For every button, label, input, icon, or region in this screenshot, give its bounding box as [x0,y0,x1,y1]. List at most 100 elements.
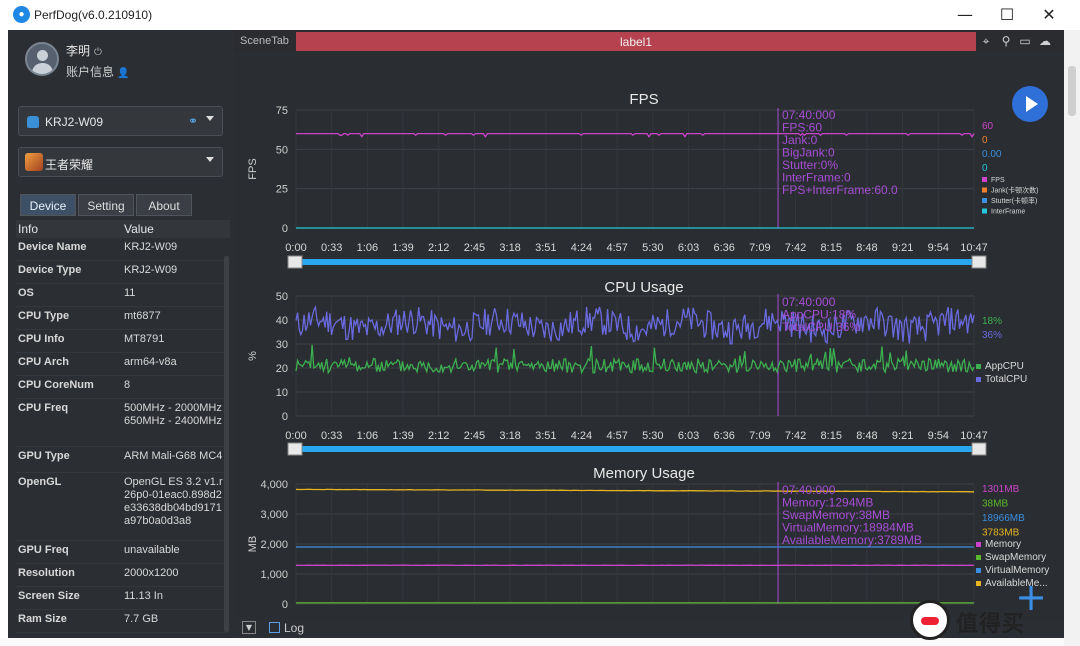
app-window: ● PerfDog(v6.0.210910) — ☐ ✕ 李明 ⏻ 账户信息 👤 K… [0,0,1080,646]
x-tick-label: 6:36 [713,430,734,442]
y-tick-label: 75 [276,105,288,117]
info-key: GPU Freq [18,544,69,556]
info-value: 7.7 GB [124,613,159,625]
scene-tab[interactable]: SceneTab [240,35,289,47]
chart-title: CPU Usage [604,279,683,296]
legend-swatch [982,177,987,182]
y-tick-label: 30 [276,339,288,351]
tab-about[interactable]: About [136,194,192,216]
x-tick-label: 1:06 [357,430,378,442]
y-tick-label: 0 [282,411,288,423]
usb-link-icon: ⚭ [187,114,198,128]
info-value: 2000x1200 [124,567,179,579]
y-tick-label: 50 [276,144,288,156]
info-key: CPU Type [18,310,70,322]
x-tick-label: 9:21 [892,430,913,442]
scene-bar: SceneTab label1 ⌖ ⚲ ▭ ☁ [234,30,1064,52]
sidebar: 李明 ⏻ 账户信息 👤 KRJ2-W09 ⚭ 王者荣耀 Device Setting… [8,30,234,638]
chevron-down-icon [206,157,214,162]
main-panel: SceneTab label1 ⌖ ⚲ ▭ ☁ FPS FPS 75 50 25 0 0:0… [234,30,1064,638]
game-icon [25,153,43,171]
x-tick-label: 7:42 [785,430,806,442]
fps-series-line [296,132,975,138]
x-tick-label: 3:51 [535,430,556,442]
y-tick-label: 40 [276,315,288,327]
cloud-icon[interactable]: ☁ [1038,34,1052,48]
info-value: MT8791 [124,333,165,345]
legend-label: SwapMemory [985,552,1046,563]
power-icon[interactable]: ⏻ [94,47,102,58]
info-key: OS [18,287,34,299]
info-value: OpenGL ES 3.2 v1.r26p0-01eac0.898d2e3363… [124,476,223,527]
legend-swatch [976,542,981,547]
info-key: Screen Size [18,590,80,602]
slider-handle-right [971,255,987,269]
value-col-header: Value [124,222,154,236]
avatar[interactable] [25,42,59,76]
account-info-link[interactable]: 账户信息 👤 [66,63,129,80]
x-tick-label: 0:00 [285,242,306,254]
x-tick-label: 6:36 [713,242,734,254]
sidebar-scrollbar[interactable] [224,256,229,632]
log-checkbox[interactable] [269,622,280,633]
info-value: KRJ2-W09 [124,264,178,276]
label-bar[interactable]: label1 [296,32,976,51]
x-tick-label: 1:39 [392,430,413,442]
folder-icon[interactable]: ▭ [1018,34,1032,48]
expand-log-button[interactable]: ▼ [242,621,256,634]
legend-swatch [976,581,981,586]
info-table-header: Info Value [16,220,230,238]
user-name: 李明 ⏻ [66,44,102,58]
time-slider [296,259,974,265]
legend-swatch [976,364,981,369]
x-tick-label: 0:33 [321,430,342,442]
legend-label: Memory [985,539,1021,550]
app-select-value: 王者荣耀 [45,158,94,172]
info-value: 8 [124,379,131,391]
info-row: CPU Type mt6877 [16,307,228,330]
x-tick-label: 8:15 [821,242,842,254]
x-tick-label: 7:42 [785,242,806,254]
series-current-value: 60 [982,121,994,132]
play-button[interactable] [1012,86,1048,122]
maximize-button[interactable]: ☐ [994,4,1020,26]
y-tick-label: 25 [276,184,288,196]
series-current-value: 36% [982,330,1002,341]
info-value: 500MHz - 2000MHz 650MHz - 2400MHz [124,402,222,427]
title-bar: ● PerfDog(v6.0.210910) — ☐ ✕ [0,0,1080,30]
legend-swatch [982,187,987,193]
series-current-value: 0 [982,135,988,146]
info-row: OpenGL OpenGL ES 3.2 v1.r26p0-01eac0.898d… [16,473,228,541]
x-tick-label: 6:03 [678,430,699,442]
location-pin-icon[interactable]: ⌖ [979,34,993,48]
x-tick-label: 9:54 [928,430,949,442]
y-tick-label: 20 [276,363,288,375]
x-tick-label: 3:18 [499,430,520,442]
tab-device[interactable]: Device [20,194,76,216]
info-col-header: Info [18,222,39,236]
page-scrollbar[interactable] [1068,66,1076,116]
info-row: CPU Freq 500MHz - 2000MHz 650MHz - 2400MH… [16,399,228,447]
y-tick-label: 50 [276,291,288,303]
app-select[interactable]: 王者荣耀 [18,147,223,177]
chevron-down-icon [206,116,214,121]
info-value: 11.13 In [124,590,163,602]
series-current-value: 3783MB [982,528,1020,539]
map-marker-icon[interactable]: ⚲ [999,34,1013,48]
info-row: CPU CoreNum 8 [16,376,228,399]
series-current-value: 18966MB [982,513,1025,524]
tab-setting[interactable]: Setting [78,194,134,216]
label-text: label1 [619,35,653,49]
device-select[interactable]: KRJ2-W09 ⚭ [18,106,223,136]
y-axis-label: % [247,351,259,361]
y-tick-label: 2,000 [260,539,288,551]
series-current-value: 0.00 [982,149,1002,160]
window-title: PerfDog(v6.0.210910) [34,8,153,22]
close-button[interactable]: ✕ [1036,4,1062,26]
legend-swatch [982,208,987,214]
charts-svg: FPS FPS 75 50 25 0 0:00 0:33 1:06 1:39 2:12 2:45 3:1… [247,91,1049,618]
android-icon [27,116,39,128]
x-tick-label: 4:24 [571,430,592,442]
minimize-button[interactable]: — [952,4,978,26]
background-page-bottom [0,638,1064,646]
